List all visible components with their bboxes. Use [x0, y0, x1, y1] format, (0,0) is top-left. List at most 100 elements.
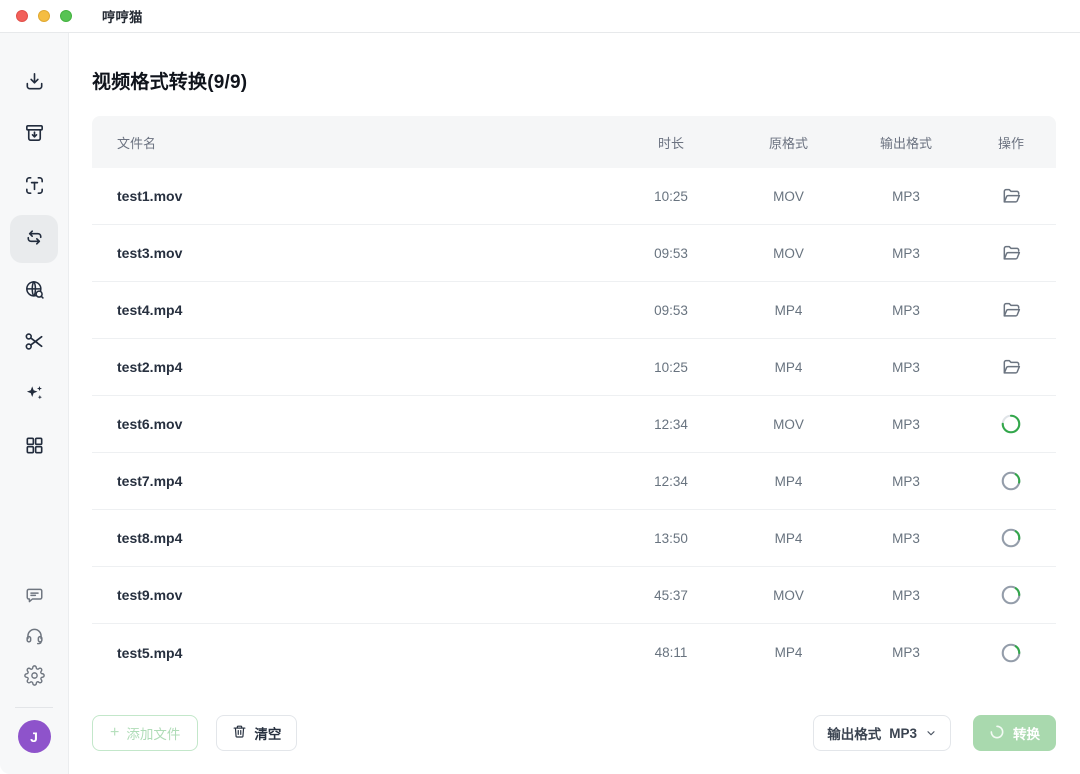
- clear-button[interactable]: 清空: [216, 715, 297, 751]
- scissors-icon: [23, 330, 46, 356]
- convert-button[interactable]: 转换: [973, 715, 1056, 751]
- file-duration: 09:53: [611, 246, 731, 261]
- file-duration: 09:53: [611, 303, 731, 318]
- source-format: MP4: [731, 474, 846, 489]
- main-content: 视频格式转换(9/9) 文件名 时长 原格式 输出格式 操作 test1.mov…: [69, 33, 1080, 774]
- trash-icon: [232, 724, 247, 742]
- sidebar-item-download[interactable]: [10, 59, 58, 107]
- page-title: 视频格式转换(9/9): [92, 67, 1056, 94]
- target-format: MP3: [846, 303, 966, 318]
- target-format: MP3: [846, 417, 966, 432]
- column-header-source-format: 原格式: [731, 133, 846, 152]
- convert-label: 转换: [1013, 723, 1040, 743]
- open-folder-button[interactable]: [1001, 300, 1022, 321]
- file-name: test3.mov: [92, 245, 611, 261]
- footer-bar: + 添加文件 清空 输出格式 MP3 转换: [92, 715, 1056, 751]
- table-row: test1.mov 10:25 MOV MP3: [92, 168, 1056, 225]
- target-format: MP3: [846, 531, 966, 546]
- source-format: MP4: [731, 360, 846, 375]
- file-duration: 45:37: [611, 588, 731, 603]
- source-format: MOV: [731, 189, 846, 204]
- table-row: test5.mp4 48:11 MP4 MP3: [92, 624, 1056, 681]
- file-name: test1.mov: [92, 188, 611, 204]
- file-duration: 12:34: [611, 474, 731, 489]
- column-header-filename: 文件名: [92, 133, 611, 152]
- progress-spinner: [1000, 527, 1022, 549]
- target-format: MP3: [846, 189, 966, 204]
- sidebar-item-settings[interactable]: [14, 657, 54, 697]
- file-name: test4.mp4: [92, 302, 611, 318]
- table-row: test7.mp4 12:34 MP4 MP3: [92, 453, 1056, 510]
- file-duration: 12:34: [611, 417, 731, 432]
- table-row: test3.mov 09:53 MOV MP3: [92, 225, 1056, 282]
- sidebar: J: [0, 33, 69, 774]
- table-body: test1.mov 10:25 MOV MP3 test3.mov 09:53 …: [92, 168, 1056, 681]
- progress-spinner: [1000, 413, 1022, 435]
- target-format: MP3: [846, 360, 966, 375]
- source-format: MP4: [731, 531, 846, 546]
- source-format: MOV: [731, 246, 846, 261]
- target-format: MP3: [846, 246, 966, 261]
- source-format: MP4: [731, 303, 846, 318]
- table-row: test2.mp4 10:25 MP4 MP3: [92, 339, 1056, 396]
- add-files-label: 添加文件: [126, 723, 180, 743]
- file-name: test6.mov: [92, 416, 611, 432]
- sidebar-item-format-convert[interactable]: [10, 215, 58, 263]
- source-format: MOV: [731, 417, 846, 432]
- table-row: test6.mov 12:34 MOV MP3: [92, 396, 1056, 453]
- sidebar-divider: [15, 707, 53, 708]
- loading-spinner-icon: [989, 724, 1005, 743]
- sidebar-item-feedback[interactable]: [14, 577, 54, 617]
- file-duration: 48:11: [611, 645, 731, 660]
- file-name: test9.mov: [92, 587, 611, 603]
- output-format-dropdown[interactable]: 输出格式 MP3: [813, 715, 951, 751]
- window-title: 哼哼猫: [102, 6, 143, 26]
- traffic-lights: [16, 10, 72, 22]
- user-avatar[interactable]: J: [18, 720, 51, 753]
- sidebar-item-text-scan[interactable]: [10, 163, 58, 211]
- titlebar: 哼哼猫: [0, 0, 1080, 33]
- file-name: test7.mp4: [92, 473, 611, 489]
- sidebar-item-support[interactable]: [14, 617, 54, 657]
- add-files-button[interactable]: + 添加文件: [92, 715, 198, 751]
- zoom-button[interactable]: [60, 10, 72, 22]
- source-format: MOV: [731, 588, 846, 603]
- progress-spinner: [1000, 642, 1022, 664]
- table-header: 文件名 时长 原格式 输出格式 操作: [92, 116, 1056, 168]
- open-folder-button[interactable]: [1001, 186, 1022, 207]
- output-format-value: MP3: [889, 726, 917, 741]
- table-row: test4.mp4 09:53 MP4 MP3: [92, 282, 1056, 339]
- progress-spinner: [1000, 584, 1022, 606]
- sidebar-item-trim[interactable]: [10, 319, 58, 367]
- support-headset-icon: [24, 625, 45, 649]
- file-name: test5.mp4: [92, 645, 611, 661]
- sidebar-item-archive-import[interactable]: [10, 111, 58, 159]
- settings-gear-icon: [24, 665, 45, 689]
- sparkles-icon: [23, 382, 46, 408]
- open-folder-button[interactable]: [1001, 243, 1022, 264]
- target-format: MP3: [846, 588, 966, 603]
- target-format: MP3: [846, 645, 966, 660]
- clear-label: 清空: [254, 723, 281, 743]
- column-header-duration: 时长: [611, 133, 731, 152]
- file-name: test8.mp4: [92, 530, 611, 546]
- table-row: test8.mp4 13:50 MP4 MP3: [92, 510, 1056, 567]
- app-window: 哼哼猫: [0, 0, 1080, 774]
- progress-spinner: [1000, 470, 1022, 492]
- sidebar-item-web-search[interactable]: [10, 267, 58, 315]
- apps-grid-icon: [23, 434, 46, 460]
- file-duration: 10:25: [611, 189, 731, 204]
- table-row: test9.mov 45:37 MOV MP3: [92, 567, 1056, 624]
- minimize-button[interactable]: [38, 10, 50, 22]
- output-format-label: 输出格式: [827, 723, 881, 743]
- column-header-output-format: 输出格式: [846, 133, 966, 152]
- close-button[interactable]: [16, 10, 28, 22]
- open-folder-button[interactable]: [1001, 357, 1022, 378]
- sidebar-item-apps[interactable]: [10, 423, 58, 471]
- file-duration: 13:50: [611, 531, 731, 546]
- sidebar-item-ai[interactable]: [10, 371, 58, 419]
- web-search-icon: [23, 278, 46, 304]
- format-convert-icon: [23, 226, 46, 252]
- text-scan-icon: [23, 174, 46, 200]
- source-format: MP4: [731, 645, 846, 660]
